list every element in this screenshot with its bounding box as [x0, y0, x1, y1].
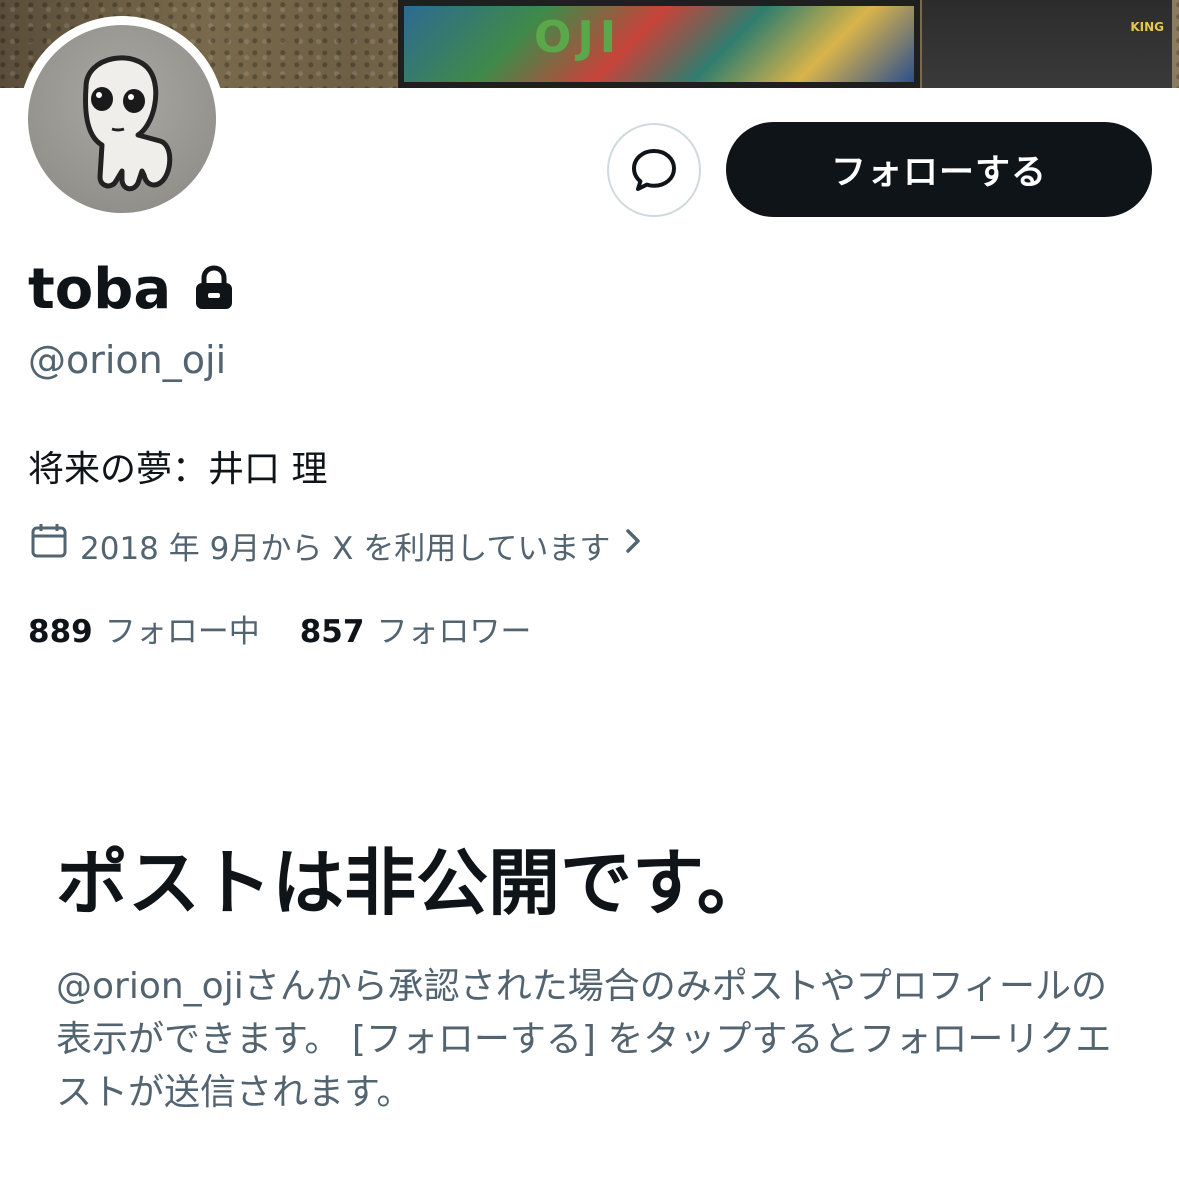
follow-button[interactable]: フォローする: [726, 122, 1152, 217]
followers-label: フォロワー: [376, 614, 532, 650]
avatar-character-image: [83, 55, 173, 192]
display-name: toba: [28, 252, 235, 328]
banner-album-side: KING: [922, 0, 1172, 88]
following-label: フォロー中: [104, 614, 260, 650]
following-count: 889: [28, 614, 93, 650]
calendar-icon: [30, 522, 68, 568]
joined-date-text: 2018 年 9月から X を利用しています: [80, 530, 611, 567]
banner-album-cover: OJI: [398, 0, 920, 88]
message-button[interactable]: [607, 123, 701, 217]
chevron-right-icon: [622, 526, 644, 564]
message-icon: [632, 149, 676, 191]
joined-date-row[interactable]: 2018 年 9月から X を利用しています: [30, 522, 644, 568]
profile-stats: 889 フォロー中 857 フォロワー: [28, 606, 531, 651]
display-name-text: toba: [28, 257, 172, 322]
followers-stat[interactable]: 857 フォロワー: [300, 606, 532, 651]
followers-count: 857: [299, 614, 365, 650]
following-stat[interactable]: 889 フォロー中: [28, 606, 260, 651]
profile-bio: 将来の夢：井口 理: [28, 449, 328, 490]
user-handle: @orion_oji: [28, 338, 227, 382]
lock-icon: [193, 258, 235, 328]
avatar[interactable]: [28, 25, 216, 213]
album-cover-text: OJI: [534, 12, 623, 63]
album-side-text: KING: [1130, 20, 1164, 34]
private-notice-title: ポストは非公開です。: [56, 841, 769, 925]
private-notice-description: @orion_ojiさんから承認された場合のみポストやプロフィールの表示ができま…: [56, 966, 1112, 1113]
